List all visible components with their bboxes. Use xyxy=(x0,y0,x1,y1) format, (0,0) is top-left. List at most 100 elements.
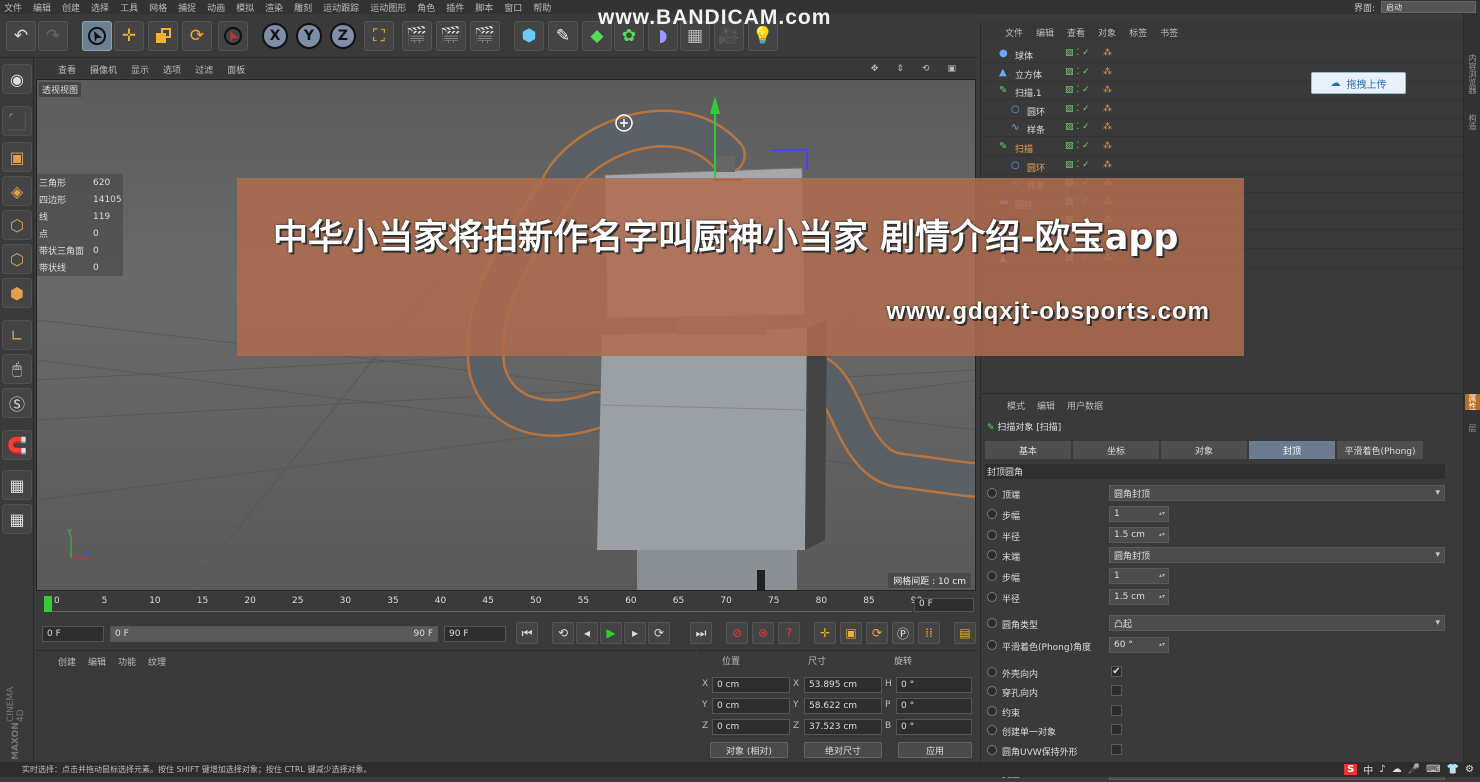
object-menu-item[interactable]: 标签 xyxy=(1129,26,1147,39)
tray-icon[interactable]: ⚙ xyxy=(1465,764,1474,775)
layout-dropdown[interactable]: 启动 xyxy=(1381,1,1476,13)
attribute-dropdown[interactable]: 凸起 xyxy=(1109,615,1445,631)
animate-radio[interactable] xyxy=(987,530,997,540)
rotation-field[interactable]: 0 ° xyxy=(896,677,972,693)
attribute-tab[interactable]: 基本 xyxy=(985,441,1071,459)
end-frame-field[interactable]: 90 F xyxy=(444,626,506,642)
animate-radio[interactable] xyxy=(987,686,997,696)
menu-item[interactable]: 运动图形 xyxy=(370,1,406,14)
animate-radio[interactable] xyxy=(987,745,997,755)
menu-item[interactable]: 工具 xyxy=(120,1,138,14)
viewport-nav-icons[interactable]: ✥ ⇕ ⟲ ▣ xyxy=(871,60,970,78)
frame-ruler[interactable]: 051015202530354045505560657075808590 xyxy=(44,596,922,612)
rotate-tool[interactable]: ⟳ xyxy=(182,21,212,51)
tray-icon[interactable]: 👕 xyxy=(1447,764,1459,775)
layout-selector[interactable]: 界面: 启动 xyxy=(1354,0,1476,14)
polygons-mode-button[interactable]: ⬢ xyxy=(2,278,32,308)
position-field[interactable]: 0 cm xyxy=(712,698,790,714)
menu-item[interactable]: 编辑 xyxy=(33,1,51,14)
tray-icon[interactable]: 中 xyxy=(1363,762,1373,777)
tweak-mode-button[interactable]: 🖱 xyxy=(2,354,32,384)
scale-tool[interactable] xyxy=(148,21,178,51)
object-visibility-toggles[interactable]: ▨ ⁚ ✓ xyxy=(1065,48,1090,58)
material-menu-item[interactable]: 创建 xyxy=(58,655,76,668)
model-mode-button[interactable]: ⬛ xyxy=(2,106,32,136)
animate-radio[interactable] xyxy=(987,550,997,560)
render-picture-viewer-button[interactable]: 🎬 xyxy=(436,21,466,51)
undo-button[interactable]: ↶ xyxy=(6,21,36,51)
coordinate-mode-dropdown[interactable]: 对象 (相对) xyxy=(710,742,788,758)
go-to-start-button[interactable]: ⏮ xyxy=(516,622,538,644)
menu-item[interactable]: 模拟 xyxy=(236,1,254,14)
attribute-dropdown[interactable]: 圆角封顶 xyxy=(1109,547,1445,563)
object-visibility-toggles[interactable]: ▨ ⁚ ✓ xyxy=(1065,85,1090,95)
menu-item[interactable]: 选择 xyxy=(91,1,109,14)
attribute-tab[interactable]: 对象 xyxy=(1161,441,1247,459)
axis-mode-button[interactable]: ∟ xyxy=(2,320,32,350)
prev-frame-button[interactable]: ◂ xyxy=(576,622,598,644)
drag-upload-button[interactable]: ☁ 拖拽上传 xyxy=(1311,72,1406,94)
workplane-lock-button[interactable]: ▦ xyxy=(2,470,32,500)
viewport-menu-item[interactable]: 面板 xyxy=(227,63,245,76)
material-manager[interactable]: 创建 编辑 功能 纹理 xyxy=(36,650,696,762)
right-side-tab[interactable]: 属性 xyxy=(1465,394,1480,410)
rotate-view-icon[interactable]: ⟲ xyxy=(922,64,930,74)
menu-item[interactable]: 插件 xyxy=(446,1,464,14)
key-position-button[interactable]: ✛ xyxy=(814,622,836,644)
menu-item[interactable]: 网格 xyxy=(149,1,167,14)
menu-item[interactable]: 捕捉 xyxy=(178,1,196,14)
key-parameter-button[interactable]: Ⓟ xyxy=(892,622,914,644)
rotation-field[interactable]: 0 ° xyxy=(896,719,972,735)
animate-radio[interactable] xyxy=(987,592,997,602)
timeline[interactable]: 051015202530354045505560657075808590 0 F xyxy=(36,594,976,620)
object-menu-item[interactable]: 对象 xyxy=(1098,26,1116,39)
menu-item[interactable]: 角色 xyxy=(417,1,435,14)
object-visibility-toggles[interactable]: ▨ ⁚ ✓ xyxy=(1065,122,1090,132)
key-pla-button[interactable]: ⁞⁞ xyxy=(918,622,940,644)
attribute-spinner[interactable]: 1 xyxy=(1109,568,1169,584)
object-visibility-toggles[interactable]: ▨ ⁚ ✓ xyxy=(1065,160,1090,170)
animate-radio[interactable] xyxy=(987,640,997,650)
object-visibility-toggles[interactable]: ▨ ⁚ ✓ xyxy=(1065,67,1090,77)
timeline-window-button[interactable]: ▤ xyxy=(954,622,976,644)
spline-pen-button[interactable]: ✎ xyxy=(548,21,578,51)
size-mode-dropdown[interactable]: 绝对尺寸 xyxy=(804,742,882,758)
z-axis-lock[interactable]: Z xyxy=(330,23,356,49)
overlay-url[interactable]: www.gdqxjt-obsports.com xyxy=(887,298,1210,326)
menu-item[interactable]: 帮助 xyxy=(533,1,551,14)
object-row[interactable]: ○ 圆环 ▨ ⁚ ✓ ⁂ xyxy=(981,157,1463,175)
tray-icon[interactable]: ♪ xyxy=(1379,764,1385,775)
autokey-button[interactable]: ⊛ xyxy=(752,622,774,644)
snap-button[interactable]: Ⓢ xyxy=(2,388,32,418)
attribute-spinner[interactable]: 1.5 cm xyxy=(1109,589,1169,605)
go-to-end-button[interactable]: ⏭ xyxy=(690,622,712,644)
animate-radio[interactable] xyxy=(987,667,997,677)
menu-item[interactable]: 文件 xyxy=(4,1,22,14)
key-scale-button[interactable]: ▣ xyxy=(840,622,862,644)
move-view-icon[interactable]: ✥ xyxy=(871,64,879,74)
material-menu-item[interactable]: 编辑 xyxy=(88,655,106,668)
playhead[interactable] xyxy=(44,596,52,612)
key-rotation-button[interactable]: ⟳ xyxy=(866,622,888,644)
attribute-menu-item[interactable]: 模式 xyxy=(1007,399,1025,412)
menu-item[interactable]: 雕刻 xyxy=(294,1,312,14)
tray-icon[interactable]: ☁ xyxy=(1392,764,1402,775)
viewport-menu-item[interactable]: 查看 xyxy=(58,63,76,76)
record-active-button[interactable]: ⊘ xyxy=(726,622,748,644)
position-field[interactable]: 0 cm xyxy=(712,677,790,693)
attribute-spinner[interactable]: 60 ° xyxy=(1109,637,1169,653)
menu-item[interactable]: 动画 xyxy=(207,1,225,14)
edges-mode-button[interactable]: ⬡ xyxy=(2,244,32,274)
attribute-checkbox[interactable] xyxy=(1111,724,1122,735)
viewport-menu-item[interactable]: 摄像机 xyxy=(90,63,117,76)
object-row[interactable]: ● 球体 ▨ ⁚ ✓ ⁂ xyxy=(981,45,1463,63)
attribute-tab[interactable]: 封顶 xyxy=(1249,441,1335,459)
object-menu-item[interactable]: 文件 xyxy=(1005,26,1023,39)
magnet-icon[interactable]: 🧲 xyxy=(2,430,32,460)
go-to-next-key-button[interactable]: ⟳ xyxy=(648,622,670,644)
object-visibility-toggles[interactable]: ▨ ⁚ ✓ xyxy=(1065,104,1090,114)
render-view-button[interactable]: 🎬 xyxy=(402,21,432,51)
position-field[interactable]: 0 cm xyxy=(712,719,790,735)
material-menu-item[interactable]: 功能 xyxy=(118,655,136,668)
object-row[interactable]: ∿ 样条 ▨ ⁚ ✓ ⁂ xyxy=(981,119,1463,138)
